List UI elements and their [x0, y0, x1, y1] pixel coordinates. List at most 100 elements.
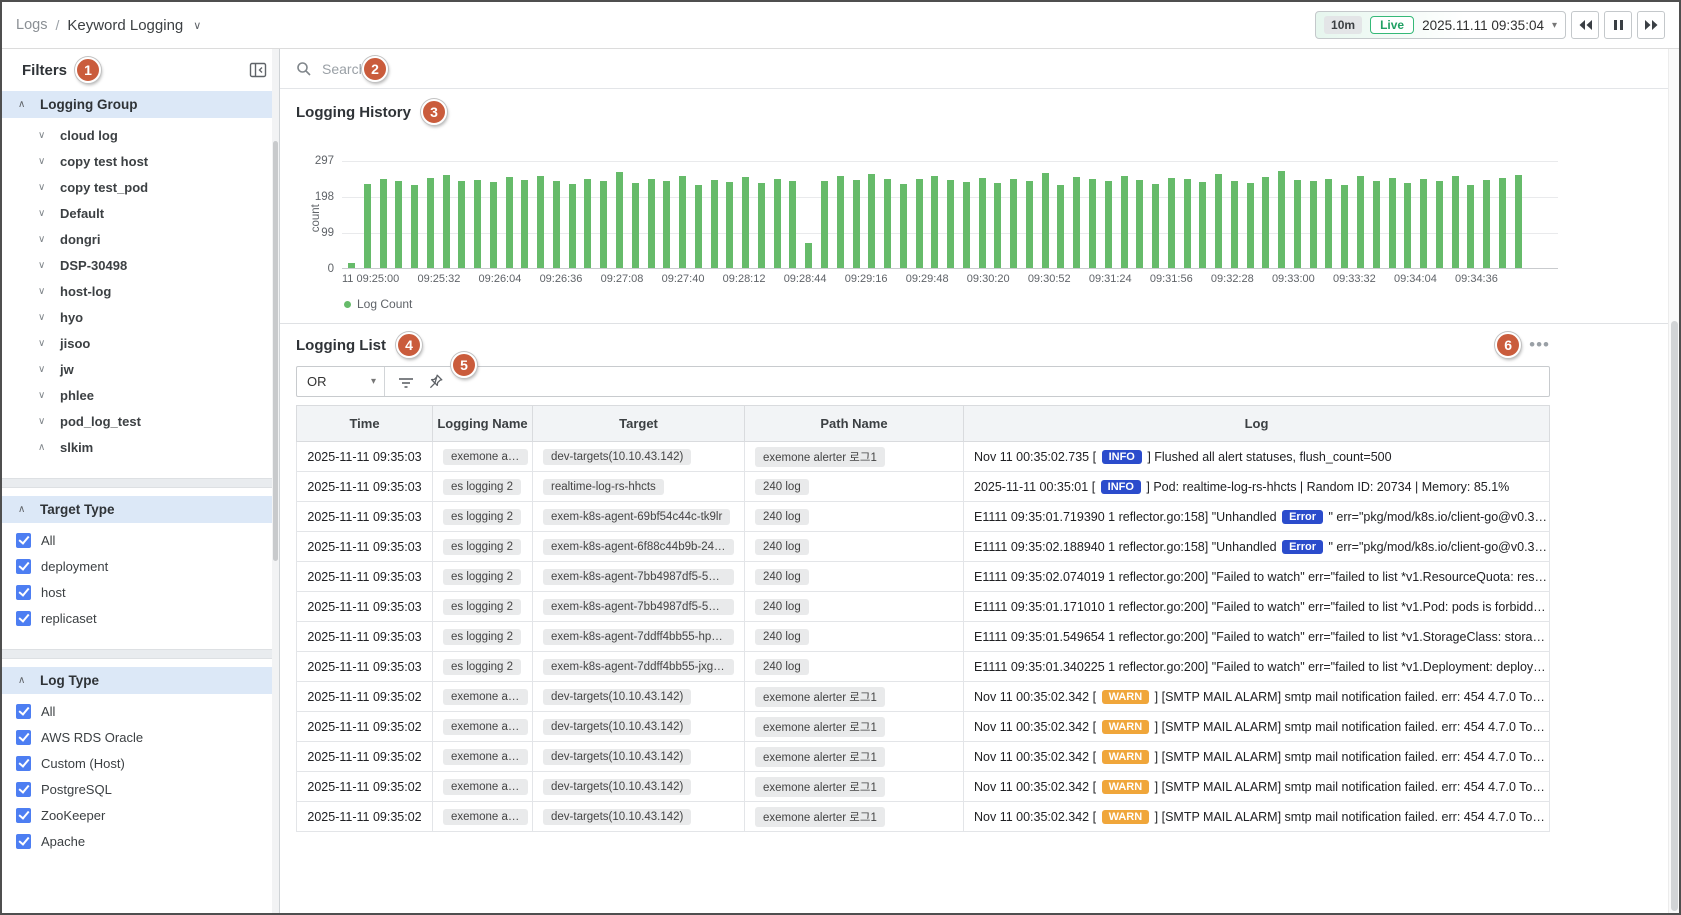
table-row[interactable]: 2025-11-11 09:35:02exemone alerter ...de… — [297, 802, 1550, 832]
target-type-list: Alldeploymenthostreplicaset — [2, 523, 279, 641]
sidebar-item-phlee[interactable]: ∨phlee — [2, 382, 279, 408]
checkbox-checked-icon[interactable] — [16, 808, 31, 823]
sidebar-item-copy-test-host[interactable]: ∨copy test host — [2, 148, 279, 174]
time-range-picker[interactable]: 10m Live 2025.11.11 09:35:04 ▾ — [1315, 11, 1566, 39]
checkbox-item-all[interactable]: All — [2, 698, 279, 724]
rewind-button[interactable] — [1571, 11, 1599, 39]
checkbox-item-deployment[interactable]: deployment — [2, 553, 279, 579]
target-type-section-header[interactable]: ∧ Target Type — [2, 496, 279, 523]
chart-bar — [821, 181, 828, 268]
logging-group-section-header[interactable]: ∧ Logging Group — [2, 91, 279, 118]
log-text: E1111 09:35:02.188940 1 reflector.go:158… — [974, 540, 1280, 554]
checkbox-checked-icon[interactable] — [16, 730, 31, 745]
cell-time: 2025-11-11 09:35:02 — [297, 682, 433, 712]
sidebar-item-dsp-30498[interactable]: ∨DSP-30498 — [2, 252, 279, 278]
chart-bar — [474, 180, 481, 268]
pause-icon — [1613, 19, 1624, 31]
main-scrollbar-thumb[interactable] — [1671, 321, 1678, 911]
annotation-badge-5: 5 — [451, 352, 477, 378]
sidebar-item-default[interactable]: ∨Default — [2, 200, 279, 226]
legend-dot-icon — [344, 301, 351, 308]
x-tick-label: 09:34:36 — [1455, 273, 1498, 285]
chart-legend[interactable]: Log Count — [344, 297, 1558, 311]
checkbox-item-custom-host-[interactable]: Custom (Host) — [2, 750, 279, 776]
checkbox-item-aws-rds-oracle[interactable]: AWS RDS Oracle — [2, 724, 279, 750]
column-header-path-name[interactable]: Path Name — [745, 406, 964, 442]
collapse-sidebar-button[interactable] — [249, 61, 267, 79]
checkbox-item-host[interactable]: host — [2, 579, 279, 605]
pin-button[interactable] — [427, 373, 444, 390]
filter-button[interactable] — [397, 374, 415, 390]
logging-name-tag: exemone alerter ... — [443, 749, 528, 765]
checkbox-checked-icon[interactable] — [16, 834, 31, 849]
cell-logging-name: exemone alerter ... — [433, 772, 533, 802]
chevron-down-icon: ∨ — [38, 364, 48, 375]
checkbox-item-apache[interactable]: Apache — [2, 828, 279, 854]
checkbox-item-all[interactable]: All — [2, 527, 279, 553]
cell-time: 2025-11-11 09:35:03 — [297, 472, 433, 502]
sidebar-item-copy-test-pod[interactable]: ∨copy test_pod — [2, 174, 279, 200]
chart-bar — [1057, 185, 1064, 268]
column-header-target[interactable]: Target — [533, 406, 745, 442]
sidebar-item-pod-log-test[interactable]: ∨pod_log_test — [2, 408, 279, 434]
page-title[interactable]: Keyword Logging — [67, 17, 183, 34]
logging-group-list: ∨cloud log∨copy test host∨copy test_pod∨… — [2, 118, 279, 470]
target-tag: dev-targets(10.10.43.142) — [543, 719, 691, 735]
log-type-section-header[interactable]: ∧ Log Type — [2, 667, 279, 694]
more-options-icon[interactable]: ••• — [1529, 340, 1550, 350]
column-header-logging-name[interactable]: Logging Name — [433, 406, 533, 442]
fast-forward-button[interactable] — [1637, 11, 1665, 39]
pause-button[interactable] — [1604, 11, 1632, 39]
checkbox-item-postgresql[interactable]: PostgreSQL — [2, 776, 279, 802]
table-row[interactable]: 2025-11-11 09:35:03es logging 2exem-k8s-… — [297, 592, 1550, 622]
table-row[interactable]: 2025-11-11 09:35:02exemone alerter ...de… — [297, 772, 1550, 802]
sidebar-item-host-log[interactable]: ∨host-log — [2, 278, 279, 304]
path-name-tag: exemone alerter 로그1 — [755, 777, 885, 797]
sidebar-item-cloud-log[interactable]: ∨cloud log — [2, 122, 279, 148]
table-row[interactable]: 2025-11-11 09:35:03es logging 2realtime-… — [297, 472, 1550, 502]
sidebar-scrollbar[interactable] — [272, 49, 279, 915]
column-header-time[interactable]: Time — [297, 406, 433, 442]
sidebar-item-jisoo[interactable]: ∨jisoo — [2, 330, 279, 356]
checkbox-checked-icon[interactable] — [16, 704, 31, 719]
chevron-down-icon: ∨ — [38, 416, 48, 427]
cell-logging-name: exemone alerter ... — [433, 712, 533, 742]
sidebar-item-hyo[interactable]: ∨hyo — [2, 304, 279, 330]
sidebar-scrollbar-thumb[interactable] — [273, 141, 278, 561]
checkbox-checked-icon[interactable] — [16, 585, 31, 600]
operator-select[interactable]: OR ▾ — [297, 367, 385, 396]
search-input[interactable] — [322, 61, 542, 77]
table-row[interactable]: 2025-11-11 09:35:03es logging 2exem-k8s-… — [297, 622, 1550, 652]
breadcrumb-logs-link[interactable]: Logs — [16, 17, 47, 33]
cell-target: dev-targets(10.10.43.142) — [533, 802, 745, 832]
main-scrollbar[interactable] — [1668, 49, 1679, 915]
table-row[interactable]: 2025-11-11 09:35:02exemone alerter ...de… — [297, 712, 1550, 742]
checkbox-item-zookeeper[interactable]: ZooKeeper — [2, 802, 279, 828]
table-row[interactable]: 2025-11-11 09:35:03es logging 2exem-k8s-… — [297, 652, 1550, 682]
table-row[interactable]: 2025-11-11 09:35:03es logging 2exem-k8s-… — [297, 502, 1550, 532]
checkbox-checked-icon[interactable] — [16, 611, 31, 626]
chevron-down-icon[interactable]: ∨ — [193, 19, 201, 32]
checkbox-item-replicaset[interactable]: replicaset — [2, 605, 279, 631]
checkbox-checked-icon[interactable] — [16, 756, 31, 771]
pin-icon — [427, 373, 444, 390]
cell-target: dev-targets(10.10.43.142) — [533, 442, 745, 472]
sidebar-item-jw[interactable]: ∨jw — [2, 356, 279, 382]
table-row[interactable]: 2025-11-11 09:35:03es logging 2exem-k8s-… — [297, 562, 1550, 592]
cell-log: E1111 09:35:01.719390 1 reflector.go:158… — [964, 502, 1550, 532]
column-header-log[interactable]: Log — [964, 406, 1550, 442]
sidebar-item-slkim[interactable]: ∧slkim — [2, 434, 279, 460]
table-row[interactable]: 2025-11-11 09:35:02exemone alerter ...de… — [297, 742, 1550, 772]
table-row[interactable]: 2025-11-11 09:35:03es logging 2exem-k8s-… — [297, 532, 1550, 562]
log-text: ] [SMTP MAIL ALARM] smtp mail notificati… — [1151, 810, 1549, 824]
chart-bar — [458, 181, 465, 268]
checkbox-checked-icon[interactable] — [16, 782, 31, 797]
sidebar-item-dongri[interactable]: ∨dongri — [2, 226, 279, 252]
x-tick-label: 09:27:08 — [601, 273, 644, 285]
table-row[interactable]: 2025-11-11 09:35:02exemone alerter ...de… — [297, 682, 1550, 712]
checkbox-checked-icon[interactable] — [16, 533, 31, 548]
checkbox-checked-icon[interactable] — [16, 559, 31, 574]
logging-name-tag: es logging 2 — [443, 479, 521, 495]
tree-item-label: copy test_pod — [60, 180, 148, 195]
table-row[interactable]: 2025-11-11 09:35:03exemone alerter ...de… — [297, 442, 1550, 472]
